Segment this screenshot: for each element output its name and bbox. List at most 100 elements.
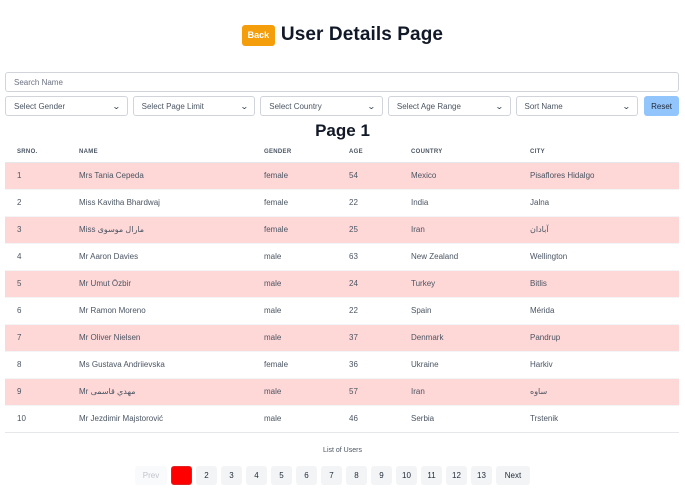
table-row: 6 Mr Ramon Moreno male 22 Spain Mérida [5,297,679,324]
column-header-age: AGE [349,143,411,163]
country-select-label: Select Country [269,101,322,111]
page-button-10[interactable]: 10 [396,466,417,485]
column-header-srno: SRNO. [5,143,79,163]
table-row: 9 Mr مهدي قاسمی male 57 Iran ساوه [5,378,679,405]
cell-city: Bitlis [530,279,547,288]
cell-name: Mr Aaron Davies [79,252,139,261]
cell-name: Mr Umut Özbir [79,279,131,288]
cell-srno: 10 [17,414,26,423]
page-button-6[interactable]: 6 [296,466,317,485]
table-row: 4 Mr Aaron Davies male 63 New Zealand We… [5,243,679,270]
cell-name: Miss مارال موسوی [79,225,145,234]
table-row: 3 Miss مارال موسوی female 25 Iran آبادان [5,216,679,243]
cell-srno: 9 [17,387,22,396]
cell-city: Pisaflores Hidalgo [530,171,595,180]
page-button-13[interactable]: 13 [471,466,492,485]
page-button-3[interactable]: 3 [221,466,242,485]
cell-country: Iran [411,225,425,234]
sort-select-label: Sort Name [524,101,563,111]
gender-select[interactable]: Select Gender ⌄ [5,96,128,116]
cell-gender: male [264,252,282,261]
chevron-down-icon: ⌄ [239,101,249,111]
page-header: Back User Details Page [0,24,685,46]
cell-gender: female [264,171,289,180]
cell-country: India [411,198,429,207]
sort-select[interactable]: Sort Name ⌄ [515,96,639,116]
cell-name: Mr Jezdimir Majstorović [79,414,164,423]
cell-country: Serbia [411,414,435,423]
cell-city: آبادان [530,225,549,234]
users-table: SRNO. NAME GENDER AGE COUNTRY CITY 1 Mrs… [5,143,679,433]
table-caption: List of Users [323,447,362,454]
cell-country: Ukraine [411,360,439,369]
cell-city: Trstenik [530,414,559,423]
pagination: Prev 2 3 4 5 6 7 8 9 10 11 12 13 Next [135,466,530,485]
page-limit-select-label: Select Page Limit [141,101,204,111]
page-button-12[interactable]: 12 [446,466,467,485]
cell-srno: 8 [17,360,22,369]
prev-page-button[interactable]: Prev [135,466,167,485]
page-button-2[interactable]: 2 [196,466,217,485]
cell-city: Pandrup [530,333,561,342]
cell-age: 22 [349,198,358,207]
cell-age: 46 [349,414,358,423]
cell-gender: male [264,333,282,342]
cell-srno: 3 [17,225,22,234]
table-row: 1 Mrs Tania Cepeda female 54 Mexico Pisa… [5,162,679,189]
cell-age: 24 [349,279,358,288]
page-limit-select[interactable]: Select Page Limit ⌄ [132,96,256,116]
cell-age: 54 [349,171,358,180]
cell-age: 63 [349,252,358,261]
page-button-9[interactable]: 9 [371,466,392,485]
cell-country: Spain [411,306,432,315]
page-number-heading: Page 1 [315,121,370,140]
table-header-row: SRNO. NAME GENDER AGE COUNTRY CITY [5,143,679,163]
cell-gender: male [264,387,282,396]
cell-gender: male [264,306,282,315]
reset-button[interactable]: Reset [644,96,679,116]
next-page-button[interactable]: Next [496,466,530,485]
chevron-down-icon: ⌄ [494,101,504,111]
cell-city: Wellington [530,252,568,261]
table-row: 8 Ms Gustava Andriievska female 36 Ukrai… [5,351,679,378]
cell-name: Mr Ramon Moreno [79,306,146,315]
cell-age: 36 [349,360,358,369]
cell-country: Denmark [411,333,444,342]
gender-select-label: Select Gender [14,101,66,111]
table-row: 10 Mr Jezdimir Majstorović male 46 Serbi… [5,405,679,432]
cell-gender: female [264,198,289,207]
column-header-gender: GENDER [264,143,349,163]
page-button-7[interactable]: 7 [321,466,342,485]
page-title: User Details Page [280,24,444,45]
age-range-select[interactable]: Select Age Range ⌄ [387,96,511,116]
cell-srno: 1 [17,171,22,180]
chevron-down-icon: ⌄ [111,101,121,111]
page-button-4[interactable]: 4 [246,466,267,485]
chevron-down-icon: ⌄ [367,101,376,111]
cell-srno: 5 [17,279,22,288]
back-button[interactable]: Back [241,24,275,46]
age-range-select-label: Select Age Range [396,101,461,111]
cell-city: Mérida [530,306,555,315]
cell-country: New Zealand [411,252,459,261]
cell-age: 25 [349,225,358,234]
cell-gender: female [264,225,289,234]
page-button-11[interactable]: 11 [421,466,442,485]
page-button-1[interactable] [171,466,192,485]
cell-gender: male [264,414,282,423]
chevron-down-icon: ⌄ [622,101,632,111]
country-select[interactable]: Select Country ⌄ [260,96,383,116]
cell-name: Miss Kavitha Bhardwaj [79,198,160,207]
cell-name: Mr Oliver Nielsen [79,333,141,342]
page-button-8[interactable]: 8 [346,466,367,485]
search-input[interactable]: Search Name [5,72,679,92]
cell-srno: 7 [17,333,22,342]
column-header-name: NAME [79,143,264,163]
cell-name: Mr مهدي قاسمی [79,387,136,396]
column-header-country: COUNTRY [411,143,530,163]
cell-name: Ms Gustava Andriievska [79,360,165,369]
page-button-5[interactable]: 5 [271,466,292,485]
table-row: 7 Mr Oliver Nielsen male 37 Denmark Pand… [5,324,679,351]
cell-country: Mexico [411,171,437,180]
table-row: 5 Mr Umut Özbir male 24 Turkey Bitlis [5,270,679,297]
